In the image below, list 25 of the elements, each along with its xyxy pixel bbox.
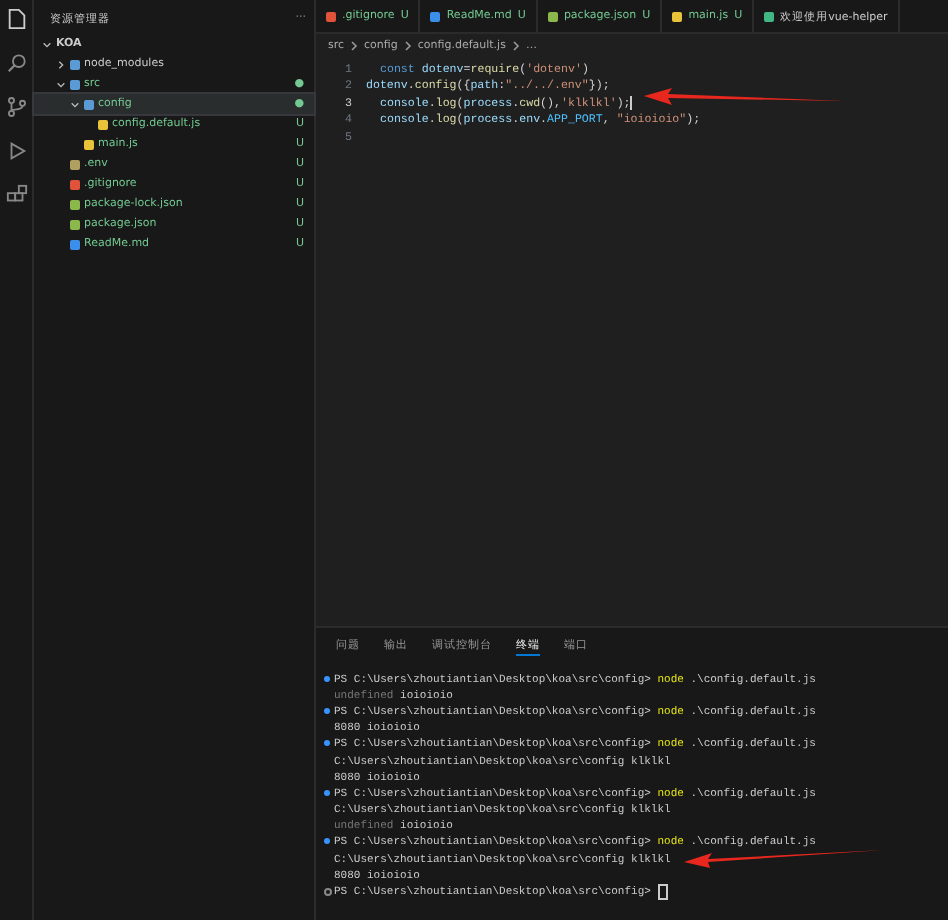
chevron-down-icon[interactable] <box>42 39 52 49</box>
command-status-dot <box>324 740 330 747</box>
command-status-dot <box>324 838 330 845</box>
command-status-dot <box>324 789 330 796</box>
command-status-dot <box>324 887 332 896</box>
file-icon <box>547 11 558 21</box>
chevron-right-icon <box>403 40 412 52</box>
extensions-icon[interactable] <box>5 184 27 206</box>
chevron-down-icon[interactable] <box>70 99 80 109</box>
chevron-right-icon <box>511 40 520 52</box>
chevron-right-icon <box>350 40 359 52</box>
file-icon <box>326 11 336 21</box>
source-control-icon[interactable] <box>5 96 27 118</box>
command-status-dot <box>324 675 330 681</box>
file-icon <box>764 11 775 21</box>
command-status-dot <box>324 707 330 714</box>
chevron-right-icon[interactable] <box>56 59 66 69</box>
text-cursor <box>630 95 633 110</box>
run-debug-icon[interactable] <box>5 140 27 162</box>
terminal-cursor <box>657 883 668 900</box>
files-icon[interactable] <box>5 8 27 30</box>
chevron-down-icon[interactable] <box>56 79 66 89</box>
search-icon[interactable] <box>5 52 27 74</box>
file-icon <box>430 11 441 21</box>
file-icon <box>672 11 683 21</box>
